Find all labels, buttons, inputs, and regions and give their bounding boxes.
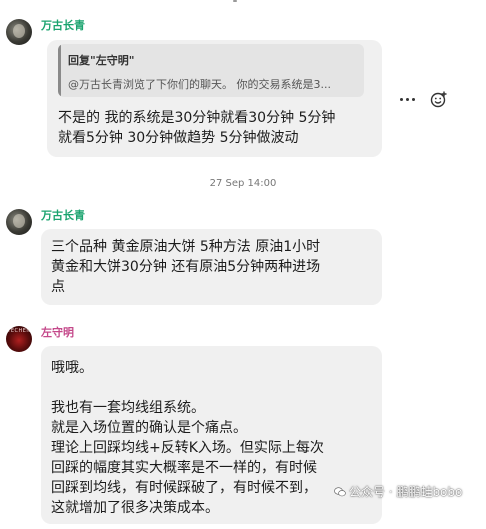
message-bubble[interactable]: 哦哦。 我也有一套均线组系统。 就是入场位置的确认是个痛点。 理论上回踩均线+反… — [41, 346, 382, 524]
sender-name[interactable]: 万古长青 — [41, 17, 85, 33]
quote-body: @万古长青浏览了下你们的聊天。 你的交易系统是3... — [68, 78, 331, 91]
sender-name[interactable]: 左守明 — [41, 324, 74, 340]
sender-name[interactable]: 万古长青 — [41, 207, 85, 223]
scroll-indicator — [233, 0, 237, 2]
avatar[interactable] — [6, 209, 32, 235]
watermark: 公众号 · 鹏鹏蛙bobo — [334, 483, 462, 500]
avatar[interactable] — [6, 19, 32, 45]
avatar-text: TECHEN — [7, 328, 31, 334]
message-text: 哦哦。 我也有一套均线组系统。 就是入场位置的确认是个痛点。 理论上回踩均线+反… — [51, 360, 324, 516]
message-text: 不是的 我的系统是30分钟就看30分钟 5分钟 就看5分钟 30分钟做趋势 5分… — [58, 110, 336, 146]
date-separator: 27 Sep 14:00 — [209, 178, 277, 189]
quote-bar — [58, 44, 61, 97]
reply-quote[interactable]: 回复"左守明" @万古长青浏览了下你们的聊天。 你的交易系统是3... — [58, 44, 364, 97]
message-bubble[interactable]: 三个品种 黄金原油大饼 5种方法 原油1小时 黄金和大饼30分钟 还有原油5分钟… — [41, 229, 382, 305]
message-text: 三个品种 黄金原油大饼 5种方法 原油1小时 黄金和大饼30分钟 还有原油5分钟… — [51, 239, 321, 295]
add-emoji-icon[interactable] — [430, 90, 448, 108]
more-horizontal-icon[interactable] — [400, 98, 416, 102]
avatar[interactable]: TECHEN — [6, 326, 32, 352]
watermark-text: 公众号 · 鹏鹏蛙bobo — [349, 485, 463, 499]
quote-title: 回复"左守明" — [68, 54, 135, 67]
wechat-icon — [334, 487, 346, 497]
